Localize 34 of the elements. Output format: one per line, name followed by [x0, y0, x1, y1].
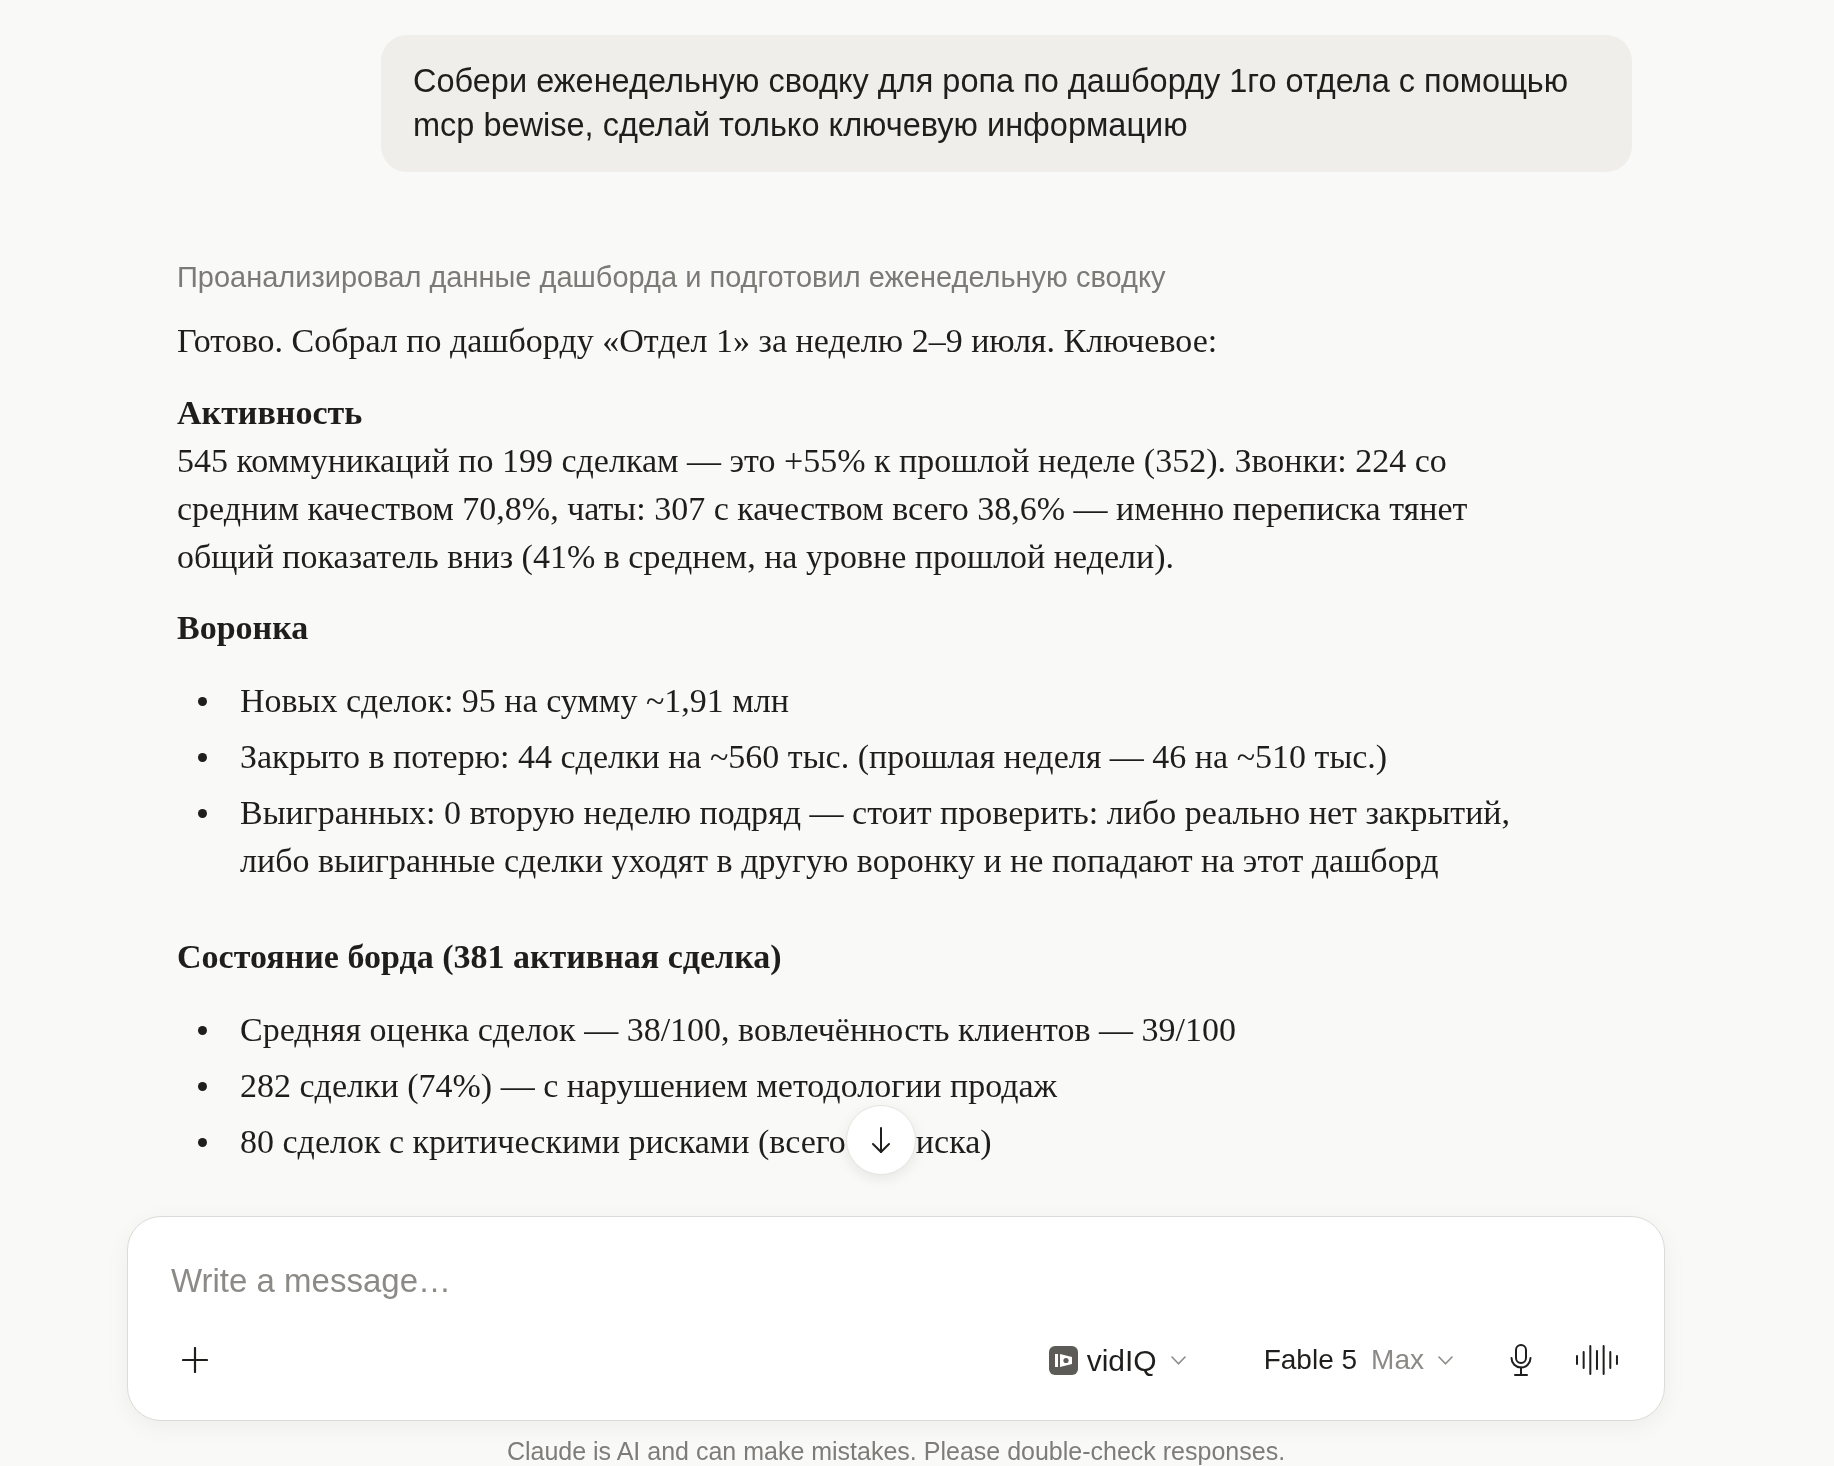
bullet-icon [198, 752, 207, 762]
bullet-icon [198, 808, 207, 818]
list-item-text: Новых сделок: 95 на сумму ~1,91 млн [240, 682, 789, 719]
microphone-icon [1510, 1344, 1532, 1376]
voice-waveform-icon [1575, 1344, 1619, 1376]
message-input[interactable]: Write a message… [171, 1261, 1621, 1301]
section-heading: Активность [177, 393, 364, 433]
connector-selector[interactable]: vidIQ [1044, 1336, 1190, 1384]
list-item-text: иска) [915, 1123, 992, 1160]
model-effort: Max [1371, 1343, 1424, 1377]
list-item-text: 80 сделок с критическими рисками (всего [240, 1123, 846, 1160]
list-item-text: Выигранных: 0 вторую неделю подряд — стоит проверить: либо реально нет закрытий, либо выигранные сделки уходят в другую воронку и не попадают на этот дашборд [240, 794, 1511, 879]
intro-text: Готово. Собрал по дашборду «Отдел 1» за неделю 2–9 июля. Ключевое: [177, 321, 1219, 361]
section-heading: Воронка [177, 608, 310, 648]
list-item-text: Закрыто в потерю: 44 сделки на ~560 тыс. (прошлая неделя — 46 на ~510 тыс.) [240, 738, 1388, 775]
connector-label: vidIQ [1086, 1342, 1157, 1379]
user-message: Собери еженедельную сводку для ропа по дашборду 1го отдела с помощью mcp bewise, сделай только ключевую информацию [381, 35, 1632, 172]
disclaimer-text: Claude is AI and can make mistakes. Please double-check responses. [505, 1436, 1287, 1466]
chevron-down-icon [1170, 1355, 1186, 1365]
chevron-down-icon [1438, 1355, 1453, 1365]
list-item-text: 282 сделки (74%) — с нарушением методологии продаж [240, 1067, 1058, 1104]
bullet-icon [198, 696, 207, 706]
model-selector[interactable]: Fable 5 Max [1259, 1336, 1457, 1384]
bullet-icon [198, 1081, 207, 1091]
bullet-icon [198, 1025, 207, 1035]
section-heading: Состояние борда (381 активная сделка) [177, 937, 783, 977]
plus-icon [182, 1347, 208, 1373]
arrow-down-icon [871, 1127, 890, 1153]
section-paragraph: 545 коммуникаций по 199 сделкам — это +55% к прошлой неделе (352). Звонки: 224 со средним качеством 70,8%, чаты: 307 с качеством всего 38,6% — именно переписка тянет общий показатель вниз (41% в среднем, на уровне прошлой недели). [177, 441, 1469, 577]
model-name: Fable 5 [1263, 1343, 1358, 1377]
list-item-text: Средняя оценка сделок — 38/100, вовлечённость клиентов — 39/100 [240, 1011, 1236, 1048]
status-text: Проанализировал данные дашборда и подготовил еженедельную сводку [177, 260, 1167, 294]
bullet-icon [198, 1137, 207, 1147]
tool-logo-icon [1048, 1345, 1078, 1375]
